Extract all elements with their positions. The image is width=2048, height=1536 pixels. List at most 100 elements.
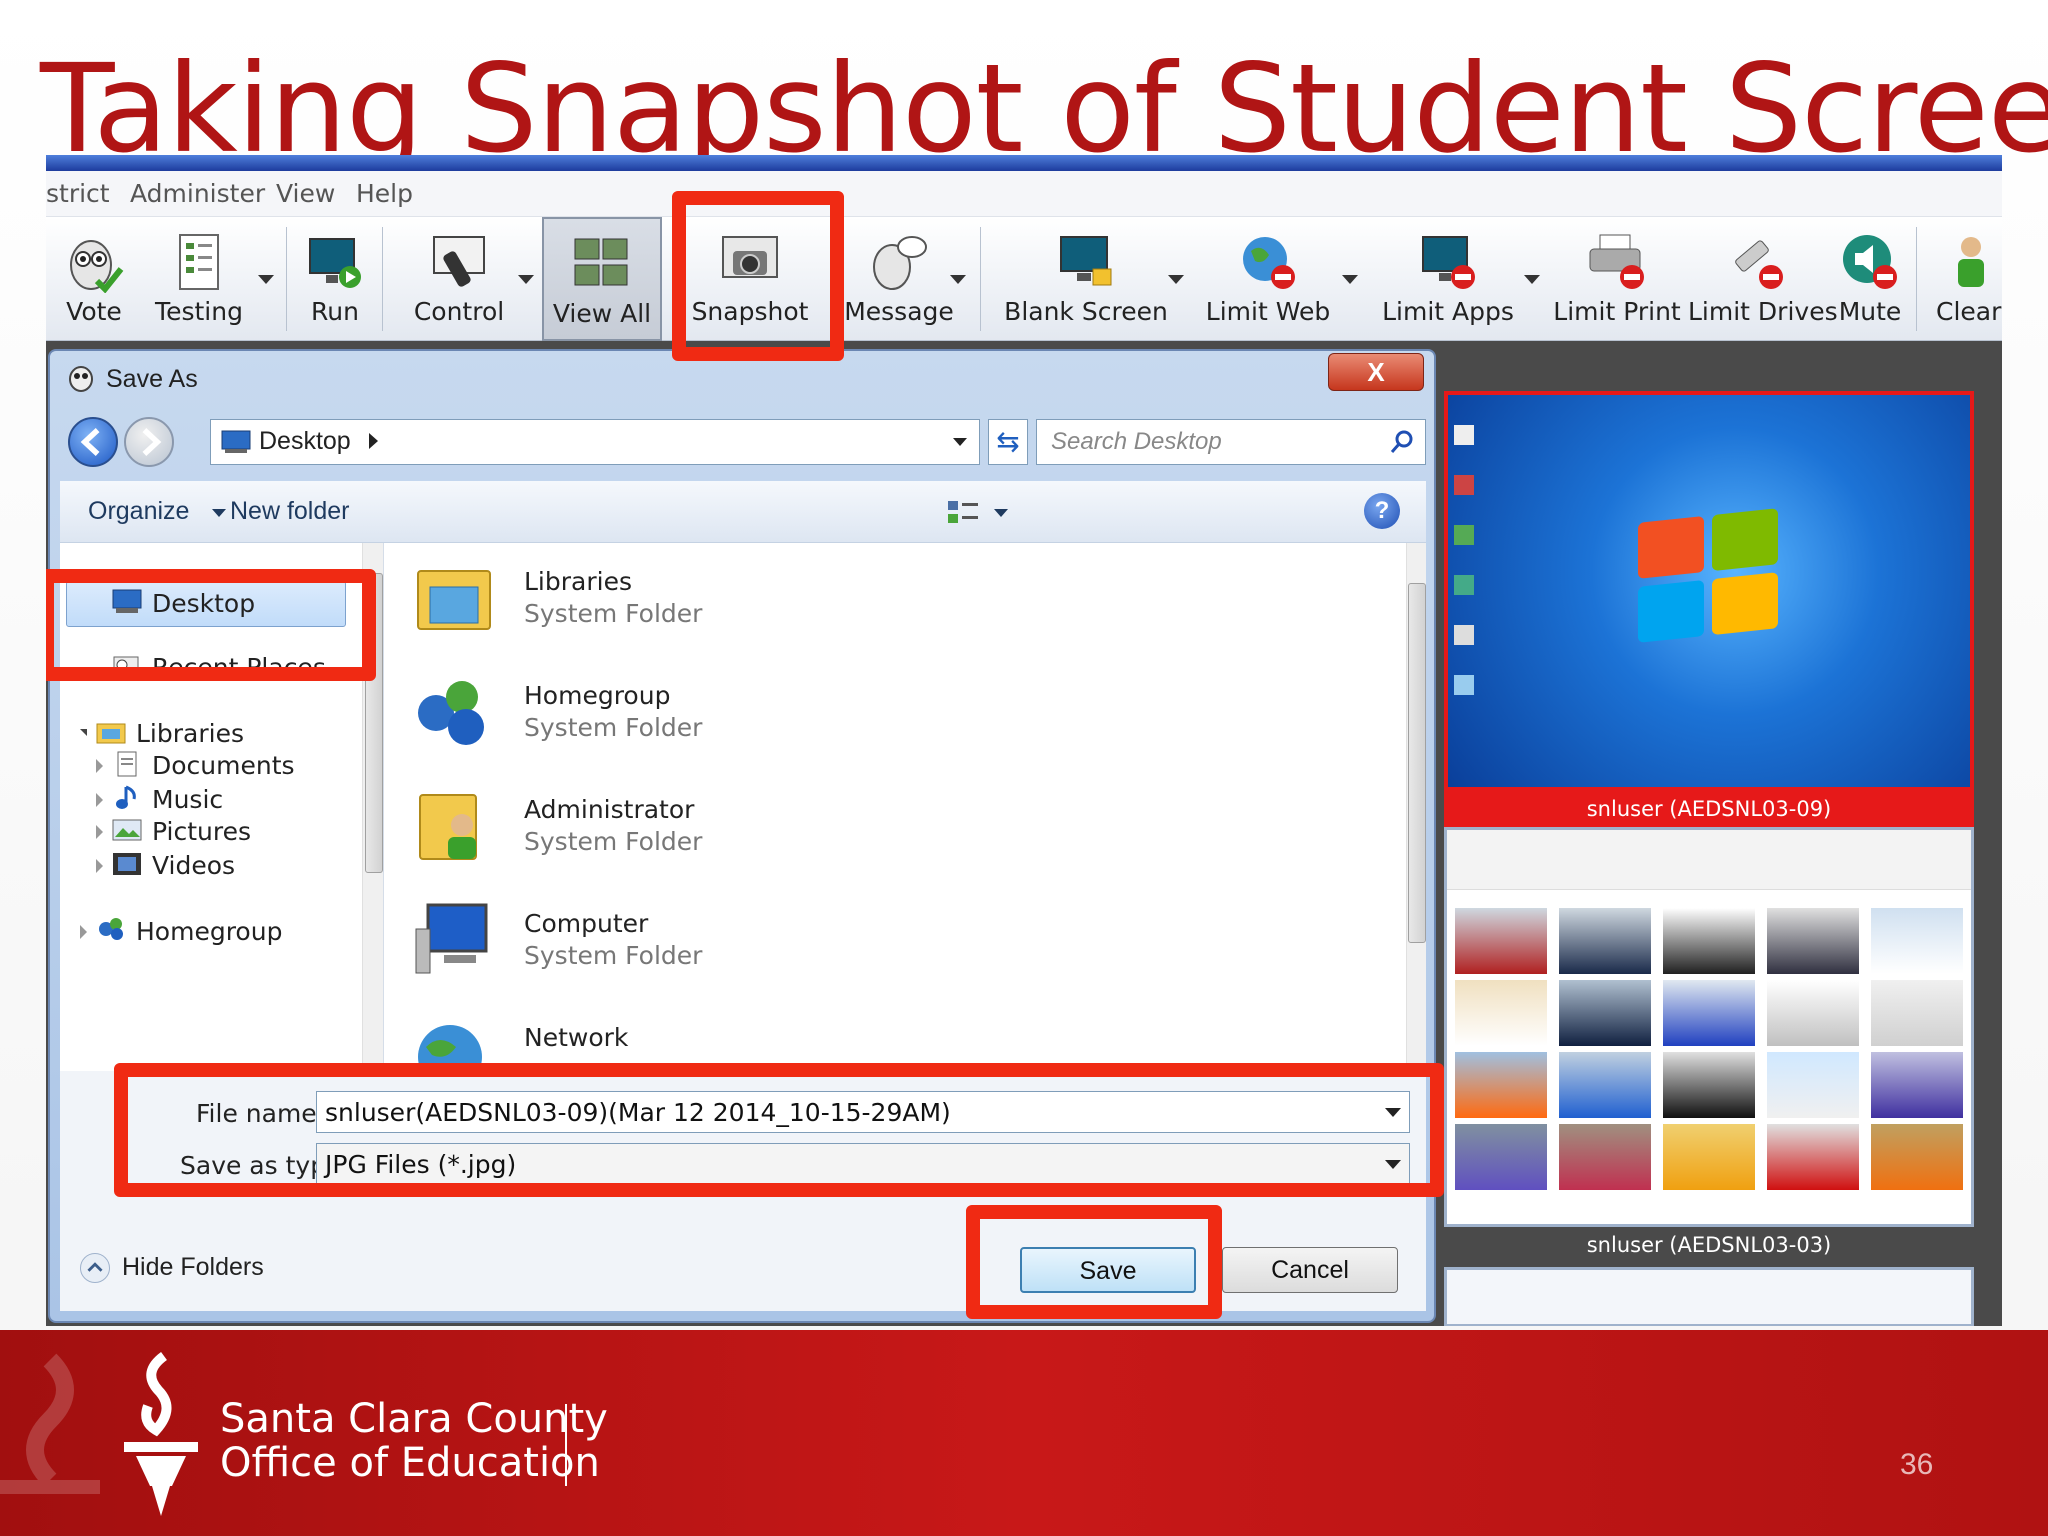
collapsed-arrow-icon[interactable] — [96, 759, 103, 773]
owl-message-icon — [873, 236, 927, 290]
blank-screen-dropdown-caret[interactable] — [1168, 275, 1184, 284]
nav-item-documents[interactable]: Documents — [152, 751, 295, 780]
testing-label: Testing — [155, 297, 243, 326]
nav-item-videos[interactable]: Videos — [152, 851, 235, 880]
image-tile — [1559, 908, 1651, 974]
menu-item-administer[interactable]: Administer — [130, 179, 265, 208]
file-name: Network — [524, 1023, 629, 1052]
nav-item-music[interactable]: Music — [152, 785, 223, 814]
student-thumbnail-partial[interactable] — [1444, 1267, 1974, 1326]
limit-web-label: Limit Web — [1205, 297, 1331, 326]
title-rule — [46, 155, 2002, 171]
image-tile — [1767, 980, 1859, 1046]
menu-item-help[interactable]: Help — [356, 179, 413, 208]
limit-apps-dropdown-caret[interactable] — [1524, 275, 1540, 284]
pictures-icon — [112, 819, 142, 841]
image-tile — [1559, 1124, 1651, 1190]
desktop-icon — [221, 430, 251, 453]
new-folder-button[interactable]: New folder — [230, 497, 350, 526]
testing-dropdown-caret[interactable] — [258, 275, 274, 284]
control-button[interactable]: Control — [394, 217, 524, 341]
limit-web-button[interactable]: Limit Web — [1186, 217, 1350, 341]
collapsed-arrow-icon[interactable] — [80, 925, 87, 939]
menu-item-restrict[interactable]: strict — [46, 179, 110, 208]
list-item[interactable]: Administrator System Folder — [414, 781, 1014, 881]
nav-item-homegroup[interactable]: Homegroup — [136, 917, 282, 946]
run-button[interactable]: Run — [290, 217, 380, 341]
mute-label: Mute — [1838, 297, 1902, 326]
message-dropdown-caret[interactable] — [950, 275, 966, 284]
view-all-label: View All — [552, 299, 652, 328]
blank-screen-button[interactable]: Blank Screen — [996, 217, 1176, 341]
desktop-highlight — [46, 569, 376, 681]
limit-web-dropdown-caret[interactable] — [1342, 275, 1358, 284]
organize-button[interactable]: Organize — [88, 497, 189, 526]
owl-check-icon — [70, 240, 124, 293]
thumbnail-label: snluser (AEDSNL03-03) — [1586, 1233, 1832, 1257]
view-dropdown-icon[interactable] — [994, 509, 1008, 517]
command-bar: Organize New folder ? — [60, 481, 1426, 543]
desktop-shortcuts — [1454, 425, 1476, 725]
image-tile — [1559, 980, 1651, 1046]
collapsed-arrow-icon[interactable] — [96, 859, 103, 873]
collapsed-arrow-icon[interactable] — [96, 825, 103, 839]
message-label: Message — [844, 297, 954, 326]
message-button[interactable]: Message — [836, 217, 962, 341]
list-item[interactable]: Homegroup System Folder — [414, 667, 1014, 767]
footer-divider — [565, 1404, 567, 1486]
search-input[interactable]: Search Desktop — [1036, 419, 1426, 465]
file-name: Libraries — [524, 567, 632, 596]
nav-item-pictures[interactable]: Pictures — [152, 817, 251, 846]
clear-button[interactable]: Clear I — [1926, 217, 2002, 341]
drive-block-icon — [1735, 240, 1783, 289]
control-dropdown-caret[interactable] — [518, 275, 534, 284]
image-tile — [1871, 980, 1963, 1046]
music-icon — [116, 785, 136, 809]
globe-block-icon — [1243, 237, 1295, 289]
image-tile — [1871, 1124, 1963, 1190]
limit-apps-label: Limit Apps — [1382, 297, 1514, 326]
testing-button[interactable]: Testing — [144, 217, 254, 341]
close-button[interactable]: X — [1328, 353, 1424, 391]
list-item[interactable]: Computer System Folder — [414, 895, 1014, 995]
view-all-button[interactable]: View All — [542, 217, 662, 341]
org-name-line2: Office of Education — [220, 1440, 600, 1486]
save-button-highlight — [966, 1205, 1222, 1319]
toolbar: Vote Testing Run Control View All Snapsh… — [46, 217, 2002, 341]
image-tile — [1455, 1124, 1547, 1190]
list-item[interactable]: Network — [414, 1009, 1014, 1071]
file-list-scrollbar[interactable] — [1406, 543, 1426, 1071]
speaker-mute-icon — [1843, 235, 1897, 289]
help-icon[interactable]: ? — [1364, 493, 1400, 529]
view-options-icon[interactable] — [946, 497, 980, 527]
refresh-icon[interactable]: ⇆ — [988, 419, 1028, 465]
cancel-button[interactable]: Cancel — [1222, 1247, 1398, 1293]
search-icon[interactable] — [1389, 429, 1415, 455]
student-thumbnail-browser[interactable] — [1444, 827, 1974, 1227]
limit-print-button[interactable]: Limit Print — [1548, 217, 1686, 341]
nav-item-libraries[interactable]: Libraries — [136, 719, 244, 748]
owl-icon — [69, 366, 93, 392]
address-bar[interactable]: Desktop — [210, 419, 980, 465]
back-arrow-icon[interactable] — [68, 417, 118, 467]
limit-apps-button[interactable]: Limit Apps — [1366, 217, 1530, 341]
remote-control-icon — [433, 236, 485, 287]
org-name-line1: Santa Clara County — [220, 1396, 608, 1442]
slide-footer: Santa Clara County Office of Education 3… — [0, 1330, 2048, 1536]
organize-dropdown-icon[interactable] — [212, 509, 226, 517]
collapsed-arrow-icon[interactable] — [96, 793, 103, 807]
file-list-scroll-thumb[interactable] — [1408, 583, 1426, 943]
address-dropdown-icon[interactable] — [953, 438, 967, 446]
printer-block-icon — [1589, 234, 1644, 289]
mute-button[interactable]: Mute — [1828, 217, 1912, 341]
vote-button[interactable]: Vote — [46, 217, 142, 341]
student-thumbnail-desktop[interactable] — [1444, 391, 1974, 791]
forward-arrow-icon[interactable] — [124, 417, 174, 467]
list-item[interactable]: Libraries System Folder — [414, 553, 1014, 653]
blank-screen-lock-icon — [1060, 236, 1112, 286]
menu-item-view[interactable]: View — [276, 179, 335, 208]
expanded-arrow-icon[interactable] — [80, 729, 87, 736]
file-name: Homegroup — [524, 681, 671, 710]
homegroup-icon — [418, 681, 484, 745]
limit-drives-button[interactable]: Limit Drives — [1688, 217, 1838, 341]
